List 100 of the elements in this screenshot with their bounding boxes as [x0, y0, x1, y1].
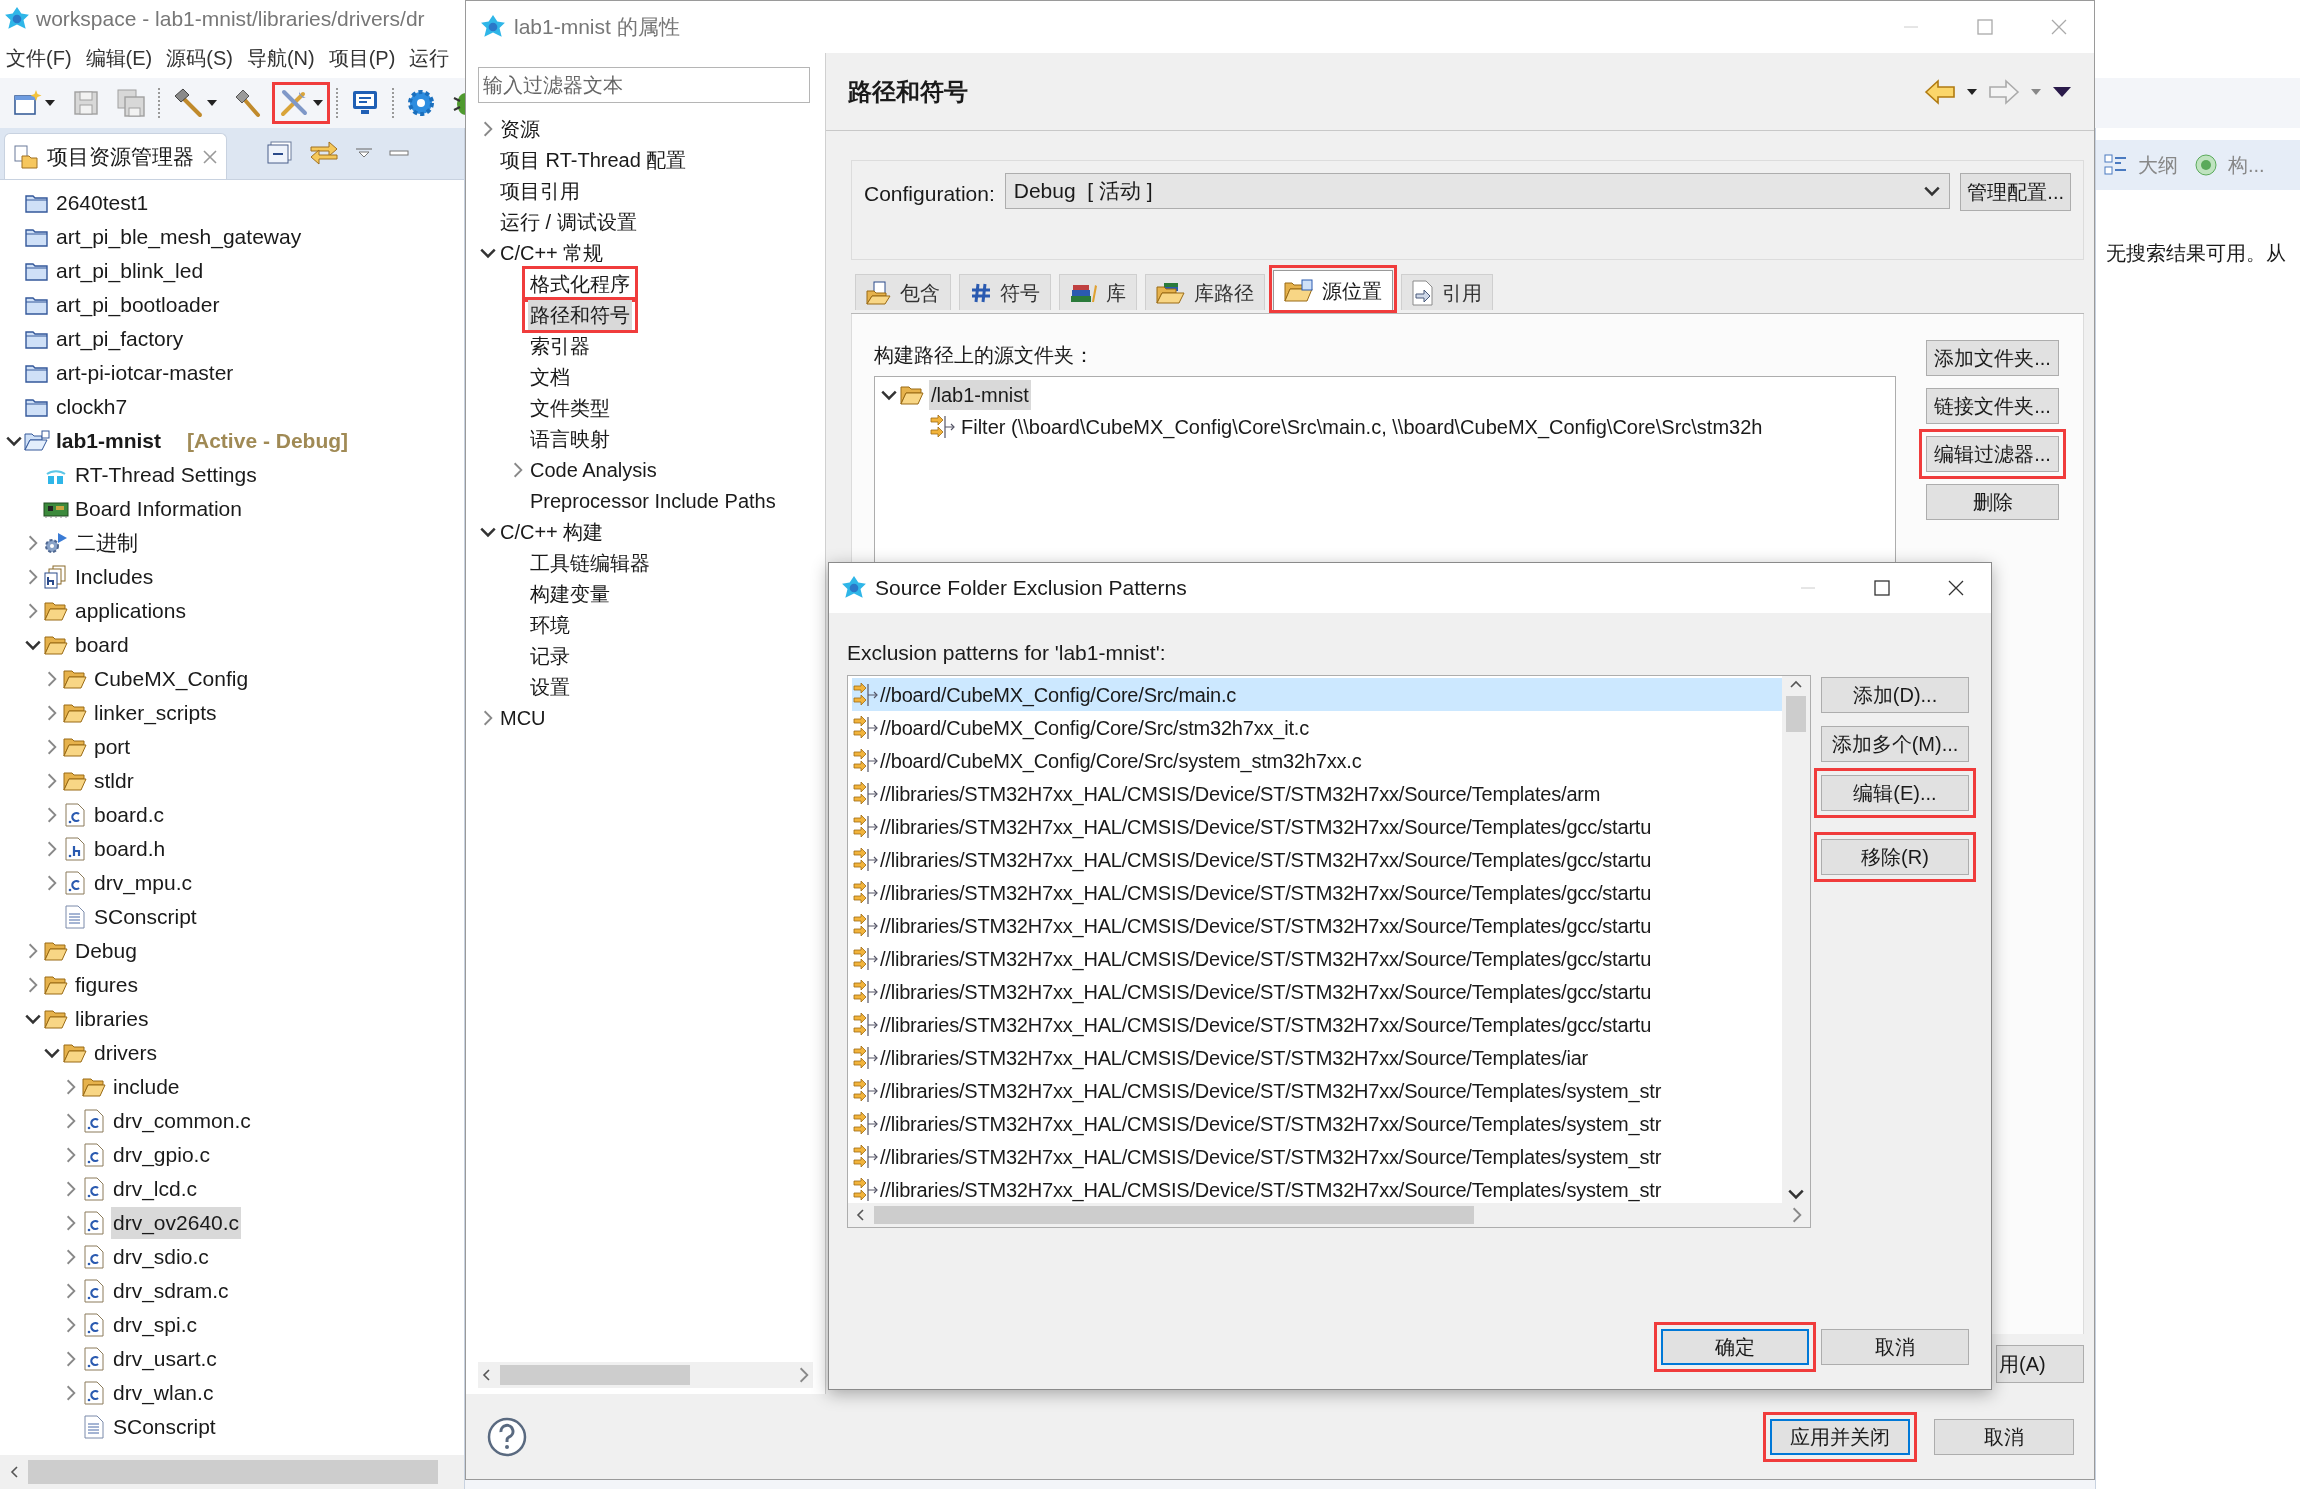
button[interactable]: 添加文件夹... [1926, 340, 2059, 376]
nav-item[interactable]: 语言映射 [528, 423, 612, 454]
tab[interactable]: 符号 [959, 274, 1051, 310]
nav-item[interactable]: Preprocessor Include Paths [528, 485, 778, 516]
nav-item[interactable]: 环境 [528, 609, 572, 640]
hammer-icon[interactable] [172, 87, 204, 119]
list-item[interactable]: //libraries/STM32H7xx_HAL/CMSIS/Device/ST/STM32H7xx/Source/Templates/iar [852, 1041, 1782, 1074]
button[interactable]: 编辑(E)... [1821, 775, 1969, 811]
caret-icon[interactable] [312, 98, 324, 108]
tree-item[interactable]: CubeMX_Config [92, 663, 251, 695]
close-icon[interactable] [1947, 579, 1965, 597]
menu-item[interactable]: 编辑(E) [85, 43, 153, 73]
hammer-icon[interactable] [234, 87, 262, 119]
scrollbar-thumb[interactable] [1786, 696, 1806, 732]
filter-field[interactable]: 输入过滤器文本 [478, 67, 810, 103]
view-menu-icon[interactable] [2052, 84, 2072, 99]
menu-item[interactable]: 项目(P) [328, 43, 396, 73]
tree-item[interactable]: board.h [92, 833, 168, 865]
nav-item[interactable]: 格式化程序 [528, 268, 632, 299]
tree-item[interactable]: Debug [73, 935, 139, 967]
list-item[interactable]: //libraries/STM32H7xx_HAL/CMSIS/Device/ST/STM32H7xx/Source/Templates/system_str [852, 1107, 1782, 1140]
menu-item[interactable]: 源码(S) [166, 43, 233, 73]
scrollbar-thumb[interactable] [874, 1206, 1474, 1224]
button[interactable]: 取消 [1821, 1329, 1969, 1365]
tree-item[interactable]: include [111, 1071, 182, 1103]
nav-item[interactable]: 项目引用 [498, 175, 582, 206]
nav-item[interactable]: 项目 RT-Thread 配置 [498, 144, 689, 175]
tree-item[interactable]: Board Information [73, 493, 244, 525]
button[interactable]: 取消 [1934, 1418, 2074, 1455]
nav-item[interactable]: 记录 [528, 640, 572, 671]
nav-item[interactable]: MCU [498, 702, 548, 733]
tree-item[interactable]: drv_wlan.c [111, 1377, 216, 1409]
nav-item[interactable]: 资源 [498, 113, 542, 144]
minimize-icon[interactable] [389, 148, 409, 158]
menu-item[interactable]: 文件(F) [6, 43, 72, 73]
button[interactable]: 链接文件夹... [1926, 388, 2059, 424]
tree-item[interactable]: 2640test1 [54, 187, 151, 219]
list-item[interactable]: //board/CubeMX_Config/Core/Src/system_stm32h7xx.c [852, 744, 1782, 777]
tree-item[interactable]: drv_gpio.c [111, 1139, 212, 1171]
button[interactable]: 添加(D)... [1821, 677, 1969, 713]
tree-item[interactable]: drv_sdram.c [111, 1275, 231, 1307]
caret-icon[interactable] [206, 98, 218, 108]
nav-item[interactable]: C/C++ 常规 [498, 237, 606, 268]
nav-item[interactable]: 设置 [528, 671, 572, 702]
button[interactable]: 编辑过滤器... [1926, 436, 2059, 472]
tree-item[interactable]: drv_usart.c [111, 1343, 219, 1375]
tree-item[interactable]: drv_mpu.c [92, 867, 195, 899]
tab[interactable]: 引用 [1401, 274, 1493, 310]
tree-item[interactable]: figures [73, 969, 141, 1001]
save-all-icon[interactable] [116, 88, 146, 118]
nav-item[interactable]: 工具链编辑器 [528, 547, 652, 578]
nav-item[interactable]: 运行 / 调试设置 [498, 206, 639, 237]
menu-item[interactable]: 运行 [409, 43, 450, 73]
help-icon[interactable] [486, 1415, 528, 1458]
maximize-icon[interactable] [1873, 579, 1891, 597]
tab[interactable]: 包含 [855, 274, 951, 310]
list-item[interactable]: //board/CubeMX_Config/Core/Src/stm32h7xx_it.c [852, 711, 1782, 744]
tree-item[interactable]: linker_scripts [92, 697, 219, 729]
list-item[interactable]: //board/CubeMX_Config/Core/Src/main.c [852, 678, 1782, 711]
nav-item[interactable]: 文件类型 [528, 392, 612, 423]
new-file-icon[interactable] [12, 88, 42, 118]
tree-item[interactable]: 二进制 [73, 527, 140, 559]
button[interactable]: 应用并关闭 [1770, 1418, 1910, 1455]
list-item[interactable]: //libraries/STM32H7xx_HAL/CMSIS/Device/ST/STM32H7xx/Source/Templates/gcc/startu [852, 1008, 1782, 1041]
scrollbar-thumb[interactable] [28, 1460, 438, 1484]
tree-item[interactable]: art-pi-iotcar-master [54, 357, 236, 389]
tree-item[interactable]: lab1-mnist [54, 425, 164, 457]
back-arrow-icon[interactable] [1924, 78, 1956, 105]
gear-icon[interactable] [406, 88, 436, 118]
tab[interactable]: 源位置 [1273, 270, 1393, 310]
tab[interactable]: 库 [1059, 274, 1137, 310]
explorer-tab[interactable]: 项目资源管理器 [4, 133, 227, 179]
nav-item[interactable]: 文档 [528, 361, 572, 392]
tree-item[interactable]: art_pi_blink_led [54, 255, 206, 287]
list-item[interactable]: //libraries/STM32H7xx_HAL/CMSIS/Device/ST/STM32H7xx/Source/Templates/system_str [852, 1140, 1782, 1173]
apply-button[interactable]: 用(A) [1996, 1345, 2084, 1383]
caret-icon[interactable] [44, 98, 56, 108]
tree-item[interactable]: SConscript [92, 901, 199, 933]
tab[interactable]: 库路径 [1145, 274, 1265, 310]
list-item[interactable]: //libraries/STM32H7xx_HAL/CMSIS/Device/ST/STM32H7xx/Source/Templates/gcc/startu [852, 975, 1782, 1008]
menu-item[interactable]: 导航(N) [246, 43, 315, 73]
list-item[interactable]: //libraries/STM32H7xx_HAL/CMSIS/Device/ST/STM32H7xx/Source/Templates/gcc/startu [852, 843, 1782, 876]
save-icon[interactable] [72, 89, 100, 117]
tree-item[interactable]: /lab1-mnist [929, 380, 1031, 410]
tree-item[interactable]: libraries [73, 1003, 151, 1035]
tree-item[interactable]: Includes [73, 561, 156, 593]
link-arrows-icon[interactable] [309, 139, 339, 167]
list-item[interactable]: //libraries/STM32H7xx_HAL/CMSIS/Device/ST/STM32H7xx/Source/Templates/system_str [852, 1173, 1782, 1203]
tree-item[interactable]: Filter (\\board\CubeMX_Config\Core\Src\main.c, \\board\CubeMX_Config\Core\Src\stm32h [959, 412, 1765, 442]
tree-item[interactable]: port [92, 731, 133, 763]
list-item[interactable]: //libraries/STM32H7xx_HAL/CMSIS/Device/ST/STM32H7xx/Source/Templates/gcc/startu [852, 810, 1782, 843]
tree-item[interactable]: stldr [92, 765, 136, 797]
tree-item[interactable]: drv_sdio.c [111, 1241, 211, 1273]
manage-configurations-button[interactable]: 管理配置... [1960, 173, 2071, 211]
nav-item[interactable]: Code Analysis [528, 454, 659, 485]
tree-item[interactable]: clockh7 [54, 391, 130, 423]
tree-item[interactable]: art_pi_ble_mesh_gateway [54, 221, 304, 253]
nav-item[interactable]: 路径和符号 [528, 299, 632, 330]
tree-item[interactable]: board.c [92, 799, 167, 831]
forward-arrow-icon[interactable] [1988, 78, 2020, 105]
